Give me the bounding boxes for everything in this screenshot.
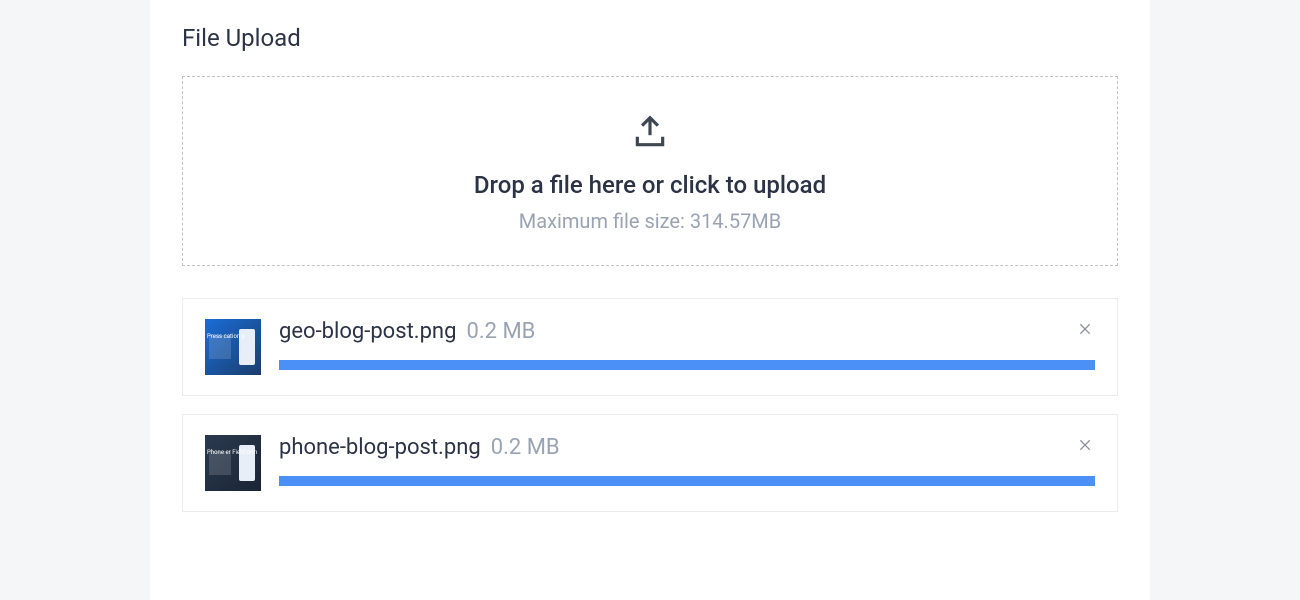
file-thumbnail: Press cation s	[205, 319, 261, 375]
file-thumbnail-text: Press cation s	[207, 333, 245, 341]
remove-file-button[interactable]	[1075, 319, 1095, 339]
file-item: Phone er Field orm phone-blog-post.png 0.2…	[182, 414, 1118, 512]
dropzone-secondary-text: Maximum file size: 314.57MB	[203, 209, 1097, 233]
file-name: geo-blog-post.png	[279, 319, 456, 344]
file-body: geo-blog-post.png 0.2 MB	[279, 319, 1095, 370]
file-thumbnail-text: Phone er Field orm	[207, 449, 257, 457]
progress-bar	[279, 476, 1095, 486]
file-upload-panel: File Upload Drop a file here or click to…	[150, 0, 1150, 600]
file-body: phone-blog-post.png 0.2 MB	[279, 435, 1095, 486]
panel-title: File Upload	[182, 24, 1118, 52]
file-name-row: phone-blog-post.png 0.2 MB	[279, 435, 1095, 460]
file-size: 0.2 MB	[491, 435, 560, 460]
upload-icon	[631, 113, 669, 155]
file-name-row: geo-blog-post.png 0.2 MB	[279, 319, 1095, 344]
close-icon	[1077, 437, 1093, 453]
file-size: 0.2 MB	[466, 319, 535, 344]
progress-bar	[279, 360, 1095, 370]
close-icon	[1077, 321, 1093, 337]
dropzone-primary-text: Drop a file here or click to upload	[203, 171, 1097, 199]
remove-file-button[interactable]	[1075, 435, 1095, 455]
file-name: phone-blog-post.png	[279, 435, 481, 460]
progress-fill	[279, 360, 1095, 370]
progress-fill	[279, 476, 1095, 486]
file-item: Press cation s geo-blog-post.png 0.2 MB	[182, 298, 1118, 396]
dropzone[interactable]: Drop a file here or click to upload Maxi…	[182, 76, 1118, 266]
file-thumbnail: Phone er Field orm	[205, 435, 261, 491]
file-list: Press cation sgeo-blog-post.png0.2 MBPho…	[182, 298, 1118, 512]
